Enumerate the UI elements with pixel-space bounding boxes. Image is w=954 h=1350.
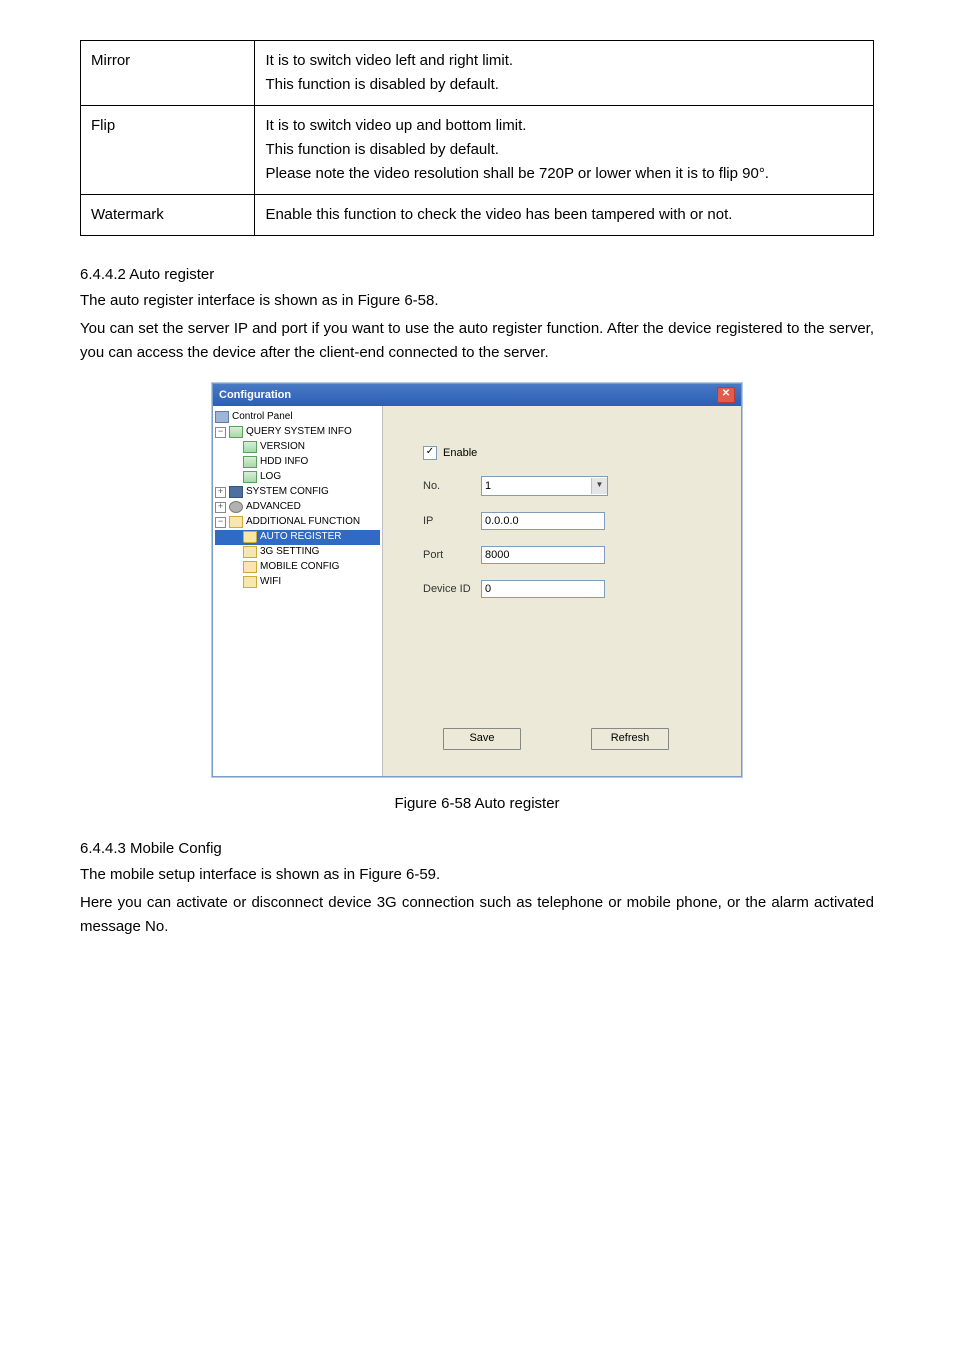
tree-item-version[interactable]: VERSION	[215, 440, 380, 455]
window-title: Configuration	[219, 389, 291, 401]
check-icon	[243, 471, 257, 483]
check-icon	[243, 441, 257, 453]
gear-icon	[229, 501, 243, 513]
no-row: No. 1 ▼	[423, 476, 711, 496]
desc-line: Please note the video resolution shall b…	[265, 165, 769, 182]
enable-label: Enable	[443, 447, 477, 459]
check-icon	[229, 426, 243, 438]
save-button[interactable]: Save	[443, 728, 521, 750]
folder-icon	[243, 561, 257, 573]
expand-icon[interactable]: +	[215, 487, 226, 498]
tree-item-advanced[interactable]: + ADVANCED	[215, 500, 380, 515]
desc-line: It is to switch video up and bottom limi…	[265, 117, 526, 134]
no-select[interactable]: 1 ▼	[481, 476, 608, 496]
port-row: Port 8000	[423, 546, 711, 564]
device-id-input[interactable]: 0	[481, 580, 605, 598]
collapse-icon[interactable]: −	[215, 517, 226, 528]
table-row: Watermark Enable this function to check …	[81, 195, 874, 236]
body-text: The mobile setup interface is shown as i…	[80, 863, 874, 887]
desc-line: This function is disabled by default.	[265, 76, 498, 93]
param-desc: It is to switch video up and bottom limi…	[255, 106, 874, 195]
panel-icon	[215, 411, 229, 423]
desc-line: It is to switch video left and right lim…	[265, 52, 513, 69]
figure-caption: Figure 6-58 Auto register	[80, 795, 874, 812]
param-name: Watermark	[81, 195, 255, 236]
collapse-icon[interactable]: −	[215, 427, 226, 438]
form-panel: ✓ Enable No. 1 ▼ IP 0.0.0.0 Port 8000 De…	[383, 406, 741, 776]
folder-icon	[229, 516, 243, 528]
parameters-table: Mirror It is to switch video left and ri…	[80, 40, 874, 236]
folder-icon	[243, 576, 257, 588]
body-text: The auto register interface is shown as …	[80, 289, 874, 313]
enable-row: ✓ Enable	[423, 446, 711, 460]
ip-input[interactable]: 0.0.0.0	[481, 512, 605, 530]
desc-line: Enable this function to check the video …	[265, 206, 732, 223]
nav-tree: Control Panel − QUERY SYSTEM INFO VERSIO…	[213, 406, 383, 776]
param-name: Mirror	[81, 41, 255, 106]
table-row: Mirror It is to switch video left and ri…	[81, 41, 874, 106]
tree-item-3g-setting[interactable]: 3G SETTING	[215, 545, 380, 560]
tree-item-mobile-config[interactable]: MOBILE CONFIG	[215, 560, 380, 575]
section-heading-mobile-config: 6.4.4.3 Mobile Config	[80, 840, 874, 857]
tree-item-additional-function[interactable]: − ADDITIONAL FUNCTION	[215, 515, 380, 530]
tree-item-log[interactable]: LOG	[215, 470, 380, 485]
enable-checkbox[interactable]: ✓	[423, 446, 437, 460]
folder-open-icon	[243, 531, 257, 543]
window-titlebar: Configuration ✕	[213, 384, 741, 406]
no-label: No.	[423, 480, 481, 492]
param-desc: It is to switch video left and right lim…	[255, 41, 874, 106]
refresh-button[interactable]: Refresh	[591, 728, 669, 750]
tree-item-query-system-info[interactable]: − QUERY SYSTEM INFO	[215, 425, 380, 440]
tree-item-wifi[interactable]: WIFI	[215, 575, 380, 590]
table-row: Flip It is to switch video up and bottom…	[81, 106, 874, 195]
folder-icon	[243, 546, 257, 558]
param-name: Flip	[81, 106, 255, 195]
config-icon	[229, 486, 243, 498]
close-icon[interactable]: ✕	[717, 387, 735, 403]
chevron-down-icon: ▼	[591, 478, 607, 494]
device-id-label: Device ID	[423, 583, 481, 595]
tree-item-auto-register[interactable]: AUTO REGISTER	[215, 530, 380, 545]
ip-row: IP 0.0.0.0	[423, 512, 711, 530]
no-value: 1	[485, 480, 491, 492]
desc-line: This function is disabled by default.	[265, 141, 498, 158]
section-heading-auto-register: 6.4.4.2 Auto register	[80, 266, 874, 283]
configuration-window: Configuration ✕ Control Panel − QUERY SY…	[212, 383, 742, 777]
check-icon	[243, 456, 257, 468]
expand-icon[interactable]: +	[215, 502, 226, 513]
tree-item-control-panel[interactable]: Control Panel	[215, 410, 380, 425]
body-text: You can set the server IP and port if yo…	[80, 317, 874, 365]
param-desc: Enable this function to check the video …	[255, 195, 874, 236]
ip-label: IP	[423, 515, 481, 527]
tree-item-hdd-info[interactable]: HDD INFO	[215, 455, 380, 470]
port-input[interactable]: 8000	[481, 546, 605, 564]
port-label: Port	[423, 549, 481, 561]
tree-item-system-config[interactable]: + SYSTEM CONFIG	[215, 485, 380, 500]
device-id-row: Device ID 0	[423, 580, 711, 598]
body-text: Here you can activate or disconnect devi…	[80, 891, 874, 939]
